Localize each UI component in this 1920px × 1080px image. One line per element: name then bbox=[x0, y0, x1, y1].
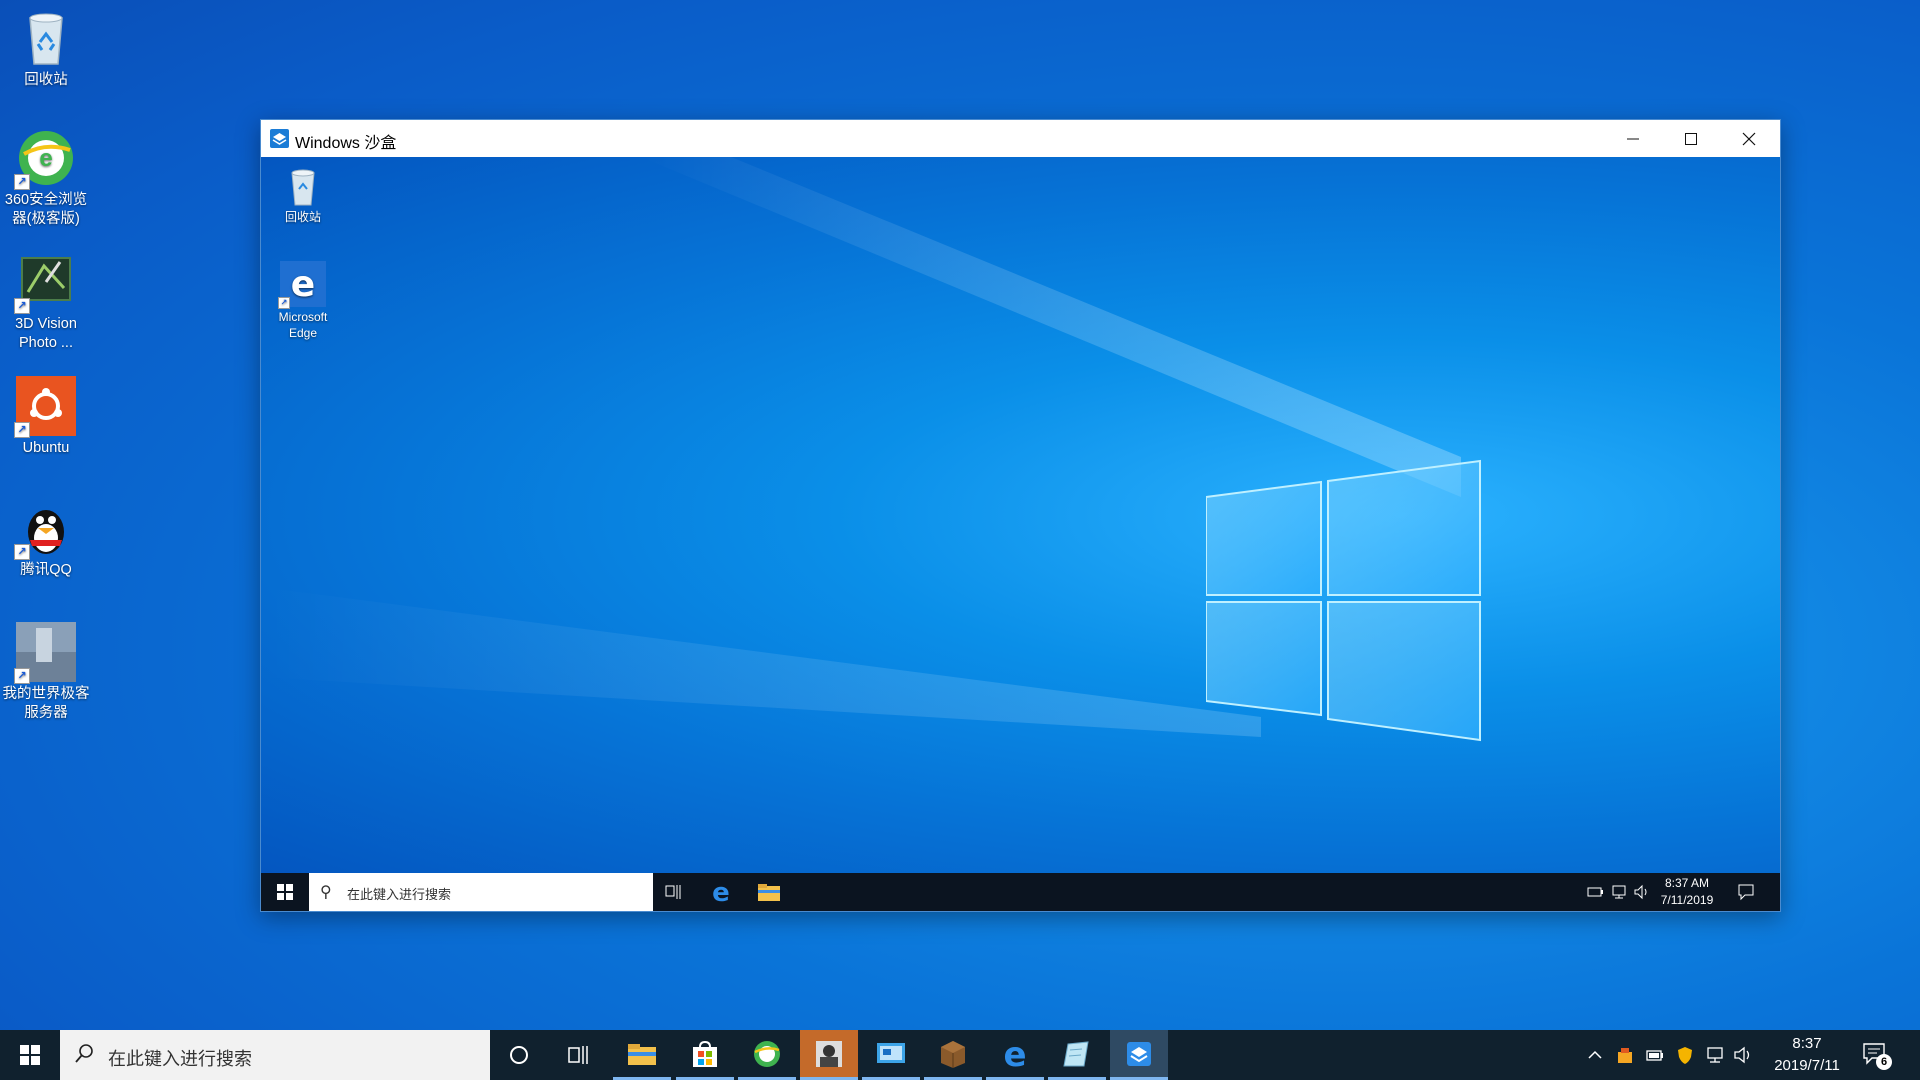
svg-text:e: e bbox=[1003, 1039, 1026, 1069]
shield-icon[interactable] bbox=[1675, 1045, 1695, 1065]
desktop-icon-label: 腾讯QQ bbox=[20, 562, 72, 578]
edge-icon: e ↗ bbox=[278, 261, 326, 309]
sandbox-clock-time[interactable]: 8:37 AM bbox=[1657, 876, 1717, 890]
close-button[interactable] bbox=[1720, 120, 1778, 157]
3d-vision-photo-icon: ↗ bbox=[14, 252, 76, 314]
store-icon[interactable] bbox=[676, 1030, 734, 1080]
desktop-icon-minecraft-server[interactable]: ↗ 我的世界极客服务器 bbox=[0, 622, 92, 723]
sandbox-tray-volume-icon[interactable] bbox=[1633, 884, 1651, 900]
file-explorer-icon[interactable] bbox=[613, 1030, 671, 1080]
notification-badge: 6 bbox=[1876, 1054, 1892, 1070]
sandbox-start-button[interactable] bbox=[261, 873, 309, 911]
sandbox-tray-battery-icon[interactable] bbox=[1586, 884, 1604, 900]
task-view-icon[interactable] bbox=[663, 882, 683, 902]
task-view-icon[interactable] bbox=[550, 1030, 608, 1080]
desktop-icon-recycle-bin[interactable]: 回收站 bbox=[0, 8, 92, 90]
desktop-icon-label: 360安全浏览器(极客版) bbox=[4, 192, 88, 227]
sandbox-icon-label: 回收站 bbox=[284, 210, 321, 224]
sandbox-app-icon bbox=[270, 129, 289, 148]
sandbox-taskbar: ⚲ 在此键入进行搜索 e 8:37 AM 7/11/2019 bbox=[261, 873, 1780, 911]
windows-start-icon bbox=[277, 884, 293, 900]
clock-time[interactable]: 8:37 bbox=[1762, 1035, 1852, 1052]
desktop-icon-3d-vision[interactable]: ↗ 3D Vision Photo ... bbox=[0, 252, 92, 353]
network-icon[interactable] bbox=[1705, 1045, 1725, 1065]
sandbox-icon-label: Microsoft Edge bbox=[278, 310, 328, 340]
svg-text:e: e bbox=[712, 880, 730, 904]
clock-date[interactable]: 2019/7/11 bbox=[1762, 1057, 1852, 1074]
search-icon: ⚲ bbox=[320, 884, 332, 901]
windows-logo bbox=[1205, 457, 1496, 747]
cortana-icon[interactable] bbox=[490, 1030, 548, 1080]
sandbox-desktop[interactable]: 回收站 e ↗ Microsoft Edge bbox=[261, 157, 1780, 873]
svg-text:e: e bbox=[291, 264, 315, 305]
wallpaper-beams bbox=[261, 157, 1461, 737]
chevron-up-icon[interactable] bbox=[1585, 1045, 1605, 1065]
desktop-icon-label: 我的世界极客服务器 bbox=[2, 686, 90, 721]
shortcut-arrow-icon: ↗ bbox=[14, 668, 30, 684]
sandbox-icon-recycle-bin[interactable]: 回收站 bbox=[268, 167, 338, 225]
photo-app-icon[interactable] bbox=[800, 1030, 858, 1080]
edge-icon[interactable]: e bbox=[986, 1030, 1044, 1080]
360-browser-icon: e ↗ bbox=[14, 128, 76, 190]
minecraft-server-icon: ↗ bbox=[14, 622, 76, 684]
sandbox-notification-icon[interactable] bbox=[1737, 883, 1755, 901]
action-center-button[interactable]: 6 bbox=[1862, 1042, 1892, 1070]
sandbox-clock-date[interactable]: 7/11/2019 bbox=[1657, 893, 1717, 907]
search-icon bbox=[74, 1042, 94, 1066]
shortcut-arrow-icon: ↗ bbox=[14, 544, 30, 560]
taskbar: 在此键入进行搜索 e 8:37 2019/7/11 6 bbox=[0, 1030, 1920, 1080]
desktop-icon-label: 回收站 bbox=[24, 72, 68, 88]
recycle-bin-icon bbox=[283, 167, 323, 207]
shortcut-arrow-icon: ↗ bbox=[14, 298, 30, 314]
sandbox-title: Windows 沙盒 bbox=[295, 135, 397, 152]
minecraft-icon[interactable] bbox=[924, 1030, 982, 1080]
search-placeholder: 在此键入进行搜索 bbox=[108, 1049, 252, 1069]
desktop-icon-qq[interactable]: ↗ 腾讯QQ bbox=[0, 498, 92, 580]
360-browser-icon[interactable] bbox=[738, 1030, 796, 1080]
desktop-icon-ubuntu[interactable]: ↗ Ubuntu bbox=[0, 376, 92, 458]
sandbox-tray-network-icon[interactable] bbox=[1610, 884, 1628, 900]
desktop-icon-360-browser[interactable]: e ↗ 360安全浏览器(极客版) bbox=[0, 128, 92, 229]
sandbox-search-box[interactable]: ⚲ 在此键入进行搜索 bbox=[309, 873, 653, 911]
tray-app-icon[interactable] bbox=[1615, 1045, 1635, 1065]
sandbox-icon-edge[interactable]: e ↗ Microsoft Edge bbox=[268, 261, 338, 341]
sandbox-icon[interactable] bbox=[1110, 1030, 1168, 1080]
battery-icon[interactable] bbox=[1645, 1045, 1665, 1065]
ubuntu-icon: ↗ bbox=[14, 376, 76, 438]
search-placeholder: 在此键入进行搜索 bbox=[347, 887, 452, 902]
search-box[interactable]: 在此键入进行搜索 bbox=[60, 1030, 490, 1080]
desktop-icon-label: Ubuntu bbox=[22, 440, 70, 456]
volume-icon[interactable] bbox=[1733, 1045, 1753, 1065]
notepad-icon[interactable] bbox=[1048, 1030, 1106, 1080]
recycle-bin-icon bbox=[16, 8, 76, 68]
shortcut-arrow-icon: ↗ bbox=[278, 297, 290, 309]
qq-icon: ↗ bbox=[14, 498, 76, 560]
file-explorer-icon[interactable] bbox=[757, 882, 781, 902]
sandbox-titlebar[interactable]: Windows 沙盒 bbox=[261, 120, 1780, 157]
desktop-icon-label: 3D Vision Photo ... bbox=[15, 316, 77, 351]
control-panel-icon[interactable] bbox=[862, 1030, 920, 1080]
sandbox-window[interactable]: Windows 沙盒 回收站 e ↗ Microsoft Edge ⚲ 在此键入… bbox=[260, 119, 1781, 912]
windows-start-icon bbox=[20, 1045, 40, 1065]
edge-icon[interactable]: e bbox=[709, 878, 733, 908]
shortcut-arrow-icon: ↗ bbox=[14, 422, 30, 438]
maximize-button[interactable] bbox=[1662, 120, 1720, 157]
minimize-button[interactable] bbox=[1604, 120, 1662, 157]
shortcut-arrow-icon: ↗ bbox=[14, 174, 30, 190]
start-button[interactable] bbox=[0, 1030, 60, 1080]
